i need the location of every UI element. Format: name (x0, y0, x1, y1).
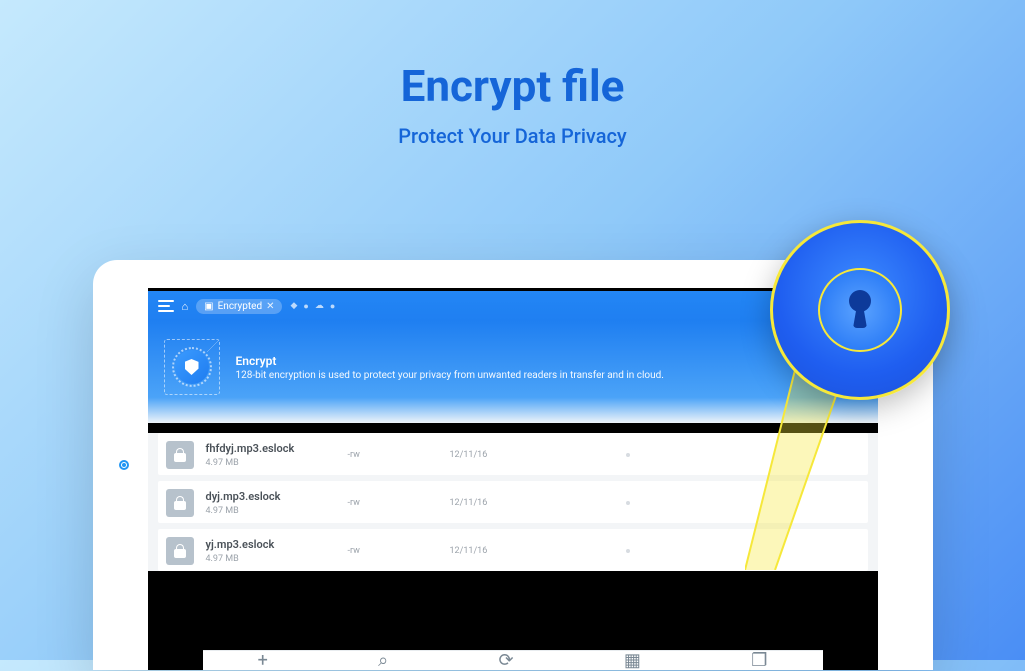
breadcrumb-chip-encrypted[interactable]: ▣ Encrypted ✕ (196, 299, 282, 314)
close-icon[interactable]: ✕ (266, 301, 274, 312)
app-toolbar: ⌂ ▣ Encrypted ✕ ◆ ● ☁ ● (148, 291, 878, 321)
lock-file-icon (166, 489, 194, 517)
hero-title: Encrypt file (0, 60, 1025, 112)
keyhole-icon (848, 290, 872, 330)
chip-label: Encrypted (218, 301, 262, 312)
menu-icon[interactable] (158, 300, 174, 312)
status-dot (626, 501, 630, 505)
keyhole-ring (818, 268, 902, 352)
nav-refresh-icon[interactable]: ⟳ (499, 652, 514, 670)
status-dot (626, 549, 630, 553)
file-permissions: -rw (348, 498, 438, 508)
nav-search-icon[interactable]: ⌕ (378, 652, 388, 670)
banner-description: 128-bit encryption is used to protect yo… (236, 370, 664, 381)
nav-icon[interactable]: ● (303, 301, 308, 312)
status-dot (626, 453, 630, 457)
file-date: 12/11/16 (450, 546, 520, 556)
file-size: 4.97 MB (206, 458, 336, 468)
nav-windows-icon[interactable]: ❐ (751, 652, 767, 670)
banner-file-frame (164, 339, 220, 395)
list-item[interactable]: yj.mp3.eslock 4.97 MB -rw 12/11/16 (158, 529, 868, 571)
encrypt-banner: Encrypt 128-bit encryption is used to pr… (148, 321, 878, 423)
file-permissions: -rw (348, 450, 438, 460)
file-name: fhfdyj.mp3.eslock (206, 442, 336, 455)
file-size: 4.97 MB (206, 554, 336, 564)
tablet-camera-dot (119, 460, 129, 470)
home-icon[interactable]: ⌂ (182, 300, 189, 313)
hero-subtitle: Protect Your Data Privacy (0, 124, 1025, 148)
file-size: 4.97 MB (206, 506, 336, 516)
lock-file-icon (166, 441, 194, 469)
bottom-nav: + ⌕ ⟳ ▦ ❐ (203, 650, 823, 670)
file-permissions: -rw (348, 546, 438, 556)
list-item[interactable]: fhfdyj.mp3.eslock 4.97 MB -rw 12/11/16 (158, 433, 868, 475)
shield-badge (175, 350, 209, 384)
lock-file-icon (166, 537, 194, 565)
banner-title: Encrypt (236, 354, 664, 368)
nav-add-icon[interactable]: + (258, 652, 268, 670)
file-name: dyj.mp3.eslock (206, 490, 336, 503)
nav-icon[interactable]: ☁ (315, 301, 324, 311)
nav-view-icon[interactable]: ▦ (624, 652, 641, 670)
file-date: 12/11/16 (450, 450, 520, 460)
file-date: 12/11/16 (450, 498, 520, 508)
file-name: yj.mp3.eslock (206, 538, 336, 551)
app-screen: ⌂ ▣ Encrypted ✕ ◆ ● ☁ ● Encrypt 128-bit (148, 288, 878, 670)
folder-icon: ▣ (204, 301, 213, 312)
nav-icon[interactable]: ● (330, 301, 335, 312)
file-list: fhfdyj.mp3.eslock 4.97 MB -rw 12/11/16 d… (148, 433, 878, 571)
callout-keyhole (770, 220, 950, 400)
list-item[interactable]: dyj.mp3.eslock 4.97 MB -rw 12/11/16 (158, 481, 868, 523)
shield-icon (185, 359, 199, 375)
toolbar-quick-icons: ◆ ● ☁ ● (290, 301, 335, 312)
nav-icon[interactable]: ◆ (290, 301, 297, 311)
